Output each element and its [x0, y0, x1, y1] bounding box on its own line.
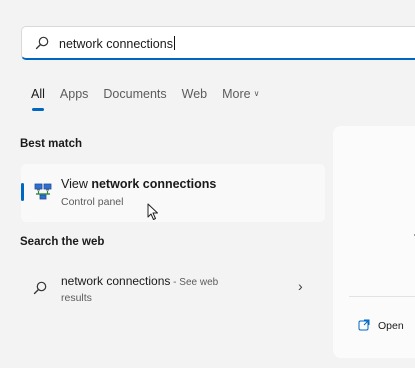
chevron-down-icon: ∨	[253, 89, 260, 98]
best-match-title: View network connections	[61, 177, 217, 191]
tab-documents[interactable]: Documents	[103, 87, 166, 101]
web-search-result[interactable]: network connections - See web results ›	[21, 264, 325, 314]
search-icon	[33, 281, 47, 295]
open-action-button[interactable]: Open	[358, 319, 404, 332]
open-label: Open	[378, 320, 404, 332]
best-match-heading: Best match	[20, 138, 82, 150]
start-search-window: network connections All Apps Documents W…	[0, 0, 415, 368]
filter-tabs: All Apps Documents Web More ∨	[31, 87, 274, 111]
open-external-icon	[358, 319, 370, 331]
search-input[interactable]: network connections	[21, 26, 415, 60]
selection-indicator	[21, 183, 24, 201]
best-match-result[interactable]: View network connections Control panel	[21, 164, 325, 222]
search-icon	[35, 36, 49, 50]
mouse-pointer-icon	[147, 203, 158, 220]
best-match-subtitle: Control panel	[61, 196, 124, 208]
text-caret	[173, 36, 175, 50]
search-web-heading: Search the web	[20, 236, 105, 248]
preview-divider	[349, 296, 415, 297]
tab-more[interactable]: More ∨	[222, 87, 259, 101]
search-query-text: network connections	[59, 36, 175, 51]
network-connections-icon	[34, 183, 52, 200]
tab-apps[interactable]: Apps	[60, 87, 89, 101]
tab-more-label: More	[222, 87, 251, 101]
web-result-subtitle: results	[61, 292, 92, 304]
tab-all[interactable]: All	[31, 87, 45, 111]
chevron-right-icon[interactable]: ›	[298, 278, 303, 294]
tab-web[interactable]: Web	[182, 87, 207, 101]
web-result-title: network connections - See web	[61, 274, 219, 288]
